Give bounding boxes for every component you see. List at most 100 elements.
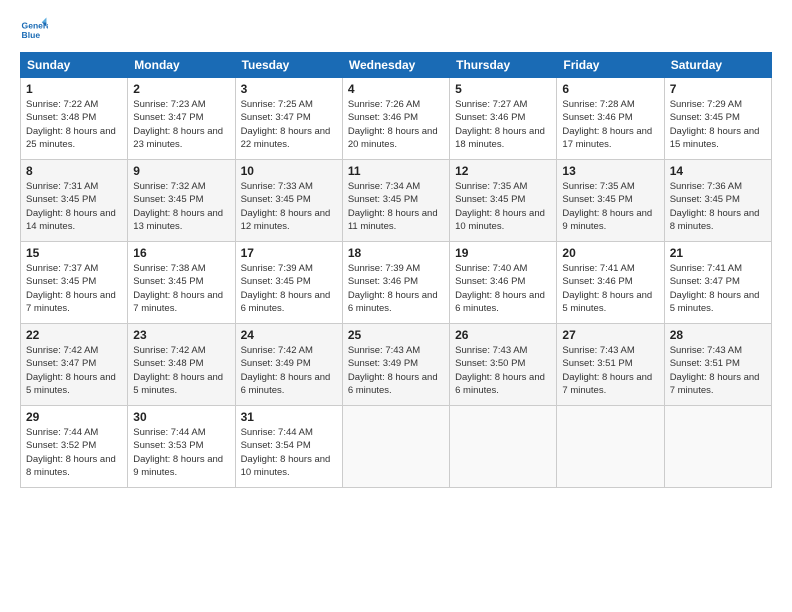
day-cell: 1 Sunrise: 7:22 AM Sunset: 3:48 PM Dayli… (21, 78, 128, 160)
day-number: 7 (670, 82, 766, 96)
day-cell: 27 Sunrise: 7:43 AM Sunset: 3:51 PM Dayl… (557, 324, 664, 406)
day-info: Sunrise: 7:33 AM Sunset: 3:45 PM Dayligh… (241, 180, 337, 233)
day-info: Sunrise: 7:39 AM Sunset: 3:45 PM Dayligh… (241, 262, 337, 315)
day-cell: 26 Sunrise: 7:43 AM Sunset: 3:50 PM Dayl… (450, 324, 557, 406)
day-info: Sunrise: 7:36 AM Sunset: 3:45 PM Dayligh… (670, 180, 766, 233)
day-number: 30 (133, 410, 229, 424)
day-info: Sunrise: 7:23 AM Sunset: 3:47 PM Dayligh… (133, 98, 229, 151)
day-info: Sunrise: 7:38 AM Sunset: 3:45 PM Dayligh… (133, 262, 229, 315)
day-number: 10 (241, 164, 337, 178)
day-cell: 25 Sunrise: 7:43 AM Sunset: 3:49 PM Dayl… (342, 324, 449, 406)
day-info: Sunrise: 7:41 AM Sunset: 3:46 PM Dayligh… (562, 262, 658, 315)
day-header-wednesday: Wednesday (342, 53, 449, 78)
day-number: 8 (26, 164, 122, 178)
day-header-friday: Friday (557, 53, 664, 78)
day-number: 13 (562, 164, 658, 178)
day-number: 18 (348, 246, 444, 260)
day-info: Sunrise: 7:43 AM Sunset: 3:51 PM Dayligh… (562, 344, 658, 397)
day-cell: 14 Sunrise: 7:36 AM Sunset: 3:45 PM Dayl… (664, 160, 771, 242)
day-header-thursday: Thursday (450, 53, 557, 78)
day-number: 12 (455, 164, 551, 178)
day-number: 11 (348, 164, 444, 178)
day-number: 5 (455, 82, 551, 96)
day-cell: 24 Sunrise: 7:42 AM Sunset: 3:49 PM Dayl… (235, 324, 342, 406)
calendar-table: SundayMondayTuesdayWednesdayThursdayFrid… (20, 52, 772, 488)
day-info: Sunrise: 7:25 AM Sunset: 3:47 PM Dayligh… (241, 98, 337, 151)
day-cell: 29 Sunrise: 7:44 AM Sunset: 3:52 PM Dayl… (21, 406, 128, 488)
day-info: Sunrise: 7:37 AM Sunset: 3:45 PM Dayligh… (26, 262, 122, 315)
week-row-4: 22 Sunrise: 7:42 AM Sunset: 3:47 PM Dayl… (21, 324, 772, 406)
day-info: Sunrise: 7:43 AM Sunset: 3:49 PM Dayligh… (348, 344, 444, 397)
day-header-monday: Monday (128, 53, 235, 78)
day-number: 1 (26, 82, 122, 96)
day-number: 25 (348, 328, 444, 342)
day-cell (342, 406, 449, 488)
day-cell: 2 Sunrise: 7:23 AM Sunset: 3:47 PM Dayli… (128, 78, 235, 160)
day-number: 29 (26, 410, 122, 424)
week-row-3: 15 Sunrise: 7:37 AM Sunset: 3:45 PM Dayl… (21, 242, 772, 324)
day-cell: 23 Sunrise: 7:42 AM Sunset: 3:48 PM Dayl… (128, 324, 235, 406)
day-number: 16 (133, 246, 229, 260)
page: General Blue SundayMondayTuesdayWednesda… (0, 0, 792, 612)
logo: General Blue (20, 16, 48, 44)
day-cell: 16 Sunrise: 7:38 AM Sunset: 3:45 PM Dayl… (128, 242, 235, 324)
day-info: Sunrise: 7:41 AM Sunset: 3:47 PM Dayligh… (670, 262, 766, 315)
day-number: 4 (348, 82, 444, 96)
day-cell: 5 Sunrise: 7:27 AM Sunset: 3:46 PM Dayli… (450, 78, 557, 160)
day-info: Sunrise: 7:34 AM Sunset: 3:45 PM Dayligh… (348, 180, 444, 233)
day-info: Sunrise: 7:40 AM Sunset: 3:46 PM Dayligh… (455, 262, 551, 315)
day-cell: 31 Sunrise: 7:44 AM Sunset: 3:54 PM Dayl… (235, 406, 342, 488)
day-number: 23 (133, 328, 229, 342)
day-cell: 8 Sunrise: 7:31 AM Sunset: 3:45 PM Dayli… (21, 160, 128, 242)
day-number: 27 (562, 328, 658, 342)
day-header-sunday: Sunday (21, 53, 128, 78)
day-info: Sunrise: 7:42 AM Sunset: 3:49 PM Dayligh… (241, 344, 337, 397)
day-number: 19 (455, 246, 551, 260)
day-number: 14 (670, 164, 766, 178)
day-header-tuesday: Tuesday (235, 53, 342, 78)
day-cell (664, 406, 771, 488)
day-info: Sunrise: 7:29 AM Sunset: 3:45 PM Dayligh… (670, 98, 766, 151)
day-number: 21 (670, 246, 766, 260)
day-cell: 28 Sunrise: 7:43 AM Sunset: 3:51 PM Dayl… (664, 324, 771, 406)
day-info: Sunrise: 7:27 AM Sunset: 3:46 PM Dayligh… (455, 98, 551, 151)
day-cell: 18 Sunrise: 7:39 AM Sunset: 3:46 PM Dayl… (342, 242, 449, 324)
day-cell: 10 Sunrise: 7:33 AM Sunset: 3:45 PM Dayl… (235, 160, 342, 242)
day-number: 15 (26, 246, 122, 260)
day-info: Sunrise: 7:44 AM Sunset: 3:54 PM Dayligh… (241, 426, 337, 479)
day-cell: 22 Sunrise: 7:42 AM Sunset: 3:47 PM Dayl… (21, 324, 128, 406)
day-info: Sunrise: 7:43 AM Sunset: 3:50 PM Dayligh… (455, 344, 551, 397)
day-number: 6 (562, 82, 658, 96)
day-number: 22 (26, 328, 122, 342)
day-info: Sunrise: 7:44 AM Sunset: 3:53 PM Dayligh… (133, 426, 229, 479)
svg-text:Blue: Blue (22, 30, 41, 40)
day-cell: 17 Sunrise: 7:39 AM Sunset: 3:45 PM Dayl… (235, 242, 342, 324)
day-info: Sunrise: 7:42 AM Sunset: 3:48 PM Dayligh… (133, 344, 229, 397)
day-cell: 11 Sunrise: 7:34 AM Sunset: 3:45 PM Dayl… (342, 160, 449, 242)
day-info: Sunrise: 7:31 AM Sunset: 3:45 PM Dayligh… (26, 180, 122, 233)
day-cell: 30 Sunrise: 7:44 AM Sunset: 3:53 PM Dayl… (128, 406, 235, 488)
day-info: Sunrise: 7:32 AM Sunset: 3:45 PM Dayligh… (133, 180, 229, 233)
week-row-5: 29 Sunrise: 7:44 AM Sunset: 3:52 PM Dayl… (21, 406, 772, 488)
day-cell: 4 Sunrise: 7:26 AM Sunset: 3:46 PM Dayli… (342, 78, 449, 160)
day-cell: 12 Sunrise: 7:35 AM Sunset: 3:45 PM Dayl… (450, 160, 557, 242)
day-cell: 20 Sunrise: 7:41 AM Sunset: 3:46 PM Dayl… (557, 242, 664, 324)
day-info: Sunrise: 7:43 AM Sunset: 3:51 PM Dayligh… (670, 344, 766, 397)
day-info: Sunrise: 7:39 AM Sunset: 3:46 PM Dayligh… (348, 262, 444, 315)
day-number: 2 (133, 82, 229, 96)
day-cell: 9 Sunrise: 7:32 AM Sunset: 3:45 PM Dayli… (128, 160, 235, 242)
day-cell (450, 406, 557, 488)
day-info: Sunrise: 7:22 AM Sunset: 3:48 PM Dayligh… (26, 98, 122, 151)
day-info: Sunrise: 7:28 AM Sunset: 3:46 PM Dayligh… (562, 98, 658, 151)
day-cell: 6 Sunrise: 7:28 AM Sunset: 3:46 PM Dayli… (557, 78, 664, 160)
day-info: Sunrise: 7:35 AM Sunset: 3:45 PM Dayligh… (455, 180, 551, 233)
day-cell: 13 Sunrise: 7:35 AM Sunset: 3:45 PM Dayl… (557, 160, 664, 242)
day-cell (557, 406, 664, 488)
day-number: 28 (670, 328, 766, 342)
day-number: 24 (241, 328, 337, 342)
day-info: Sunrise: 7:42 AM Sunset: 3:47 PM Dayligh… (26, 344, 122, 397)
day-cell: 19 Sunrise: 7:40 AM Sunset: 3:46 PM Dayl… (450, 242, 557, 324)
day-cell: 21 Sunrise: 7:41 AM Sunset: 3:47 PM Dayl… (664, 242, 771, 324)
day-cell: 7 Sunrise: 7:29 AM Sunset: 3:45 PM Dayli… (664, 78, 771, 160)
header: General Blue (20, 16, 772, 44)
